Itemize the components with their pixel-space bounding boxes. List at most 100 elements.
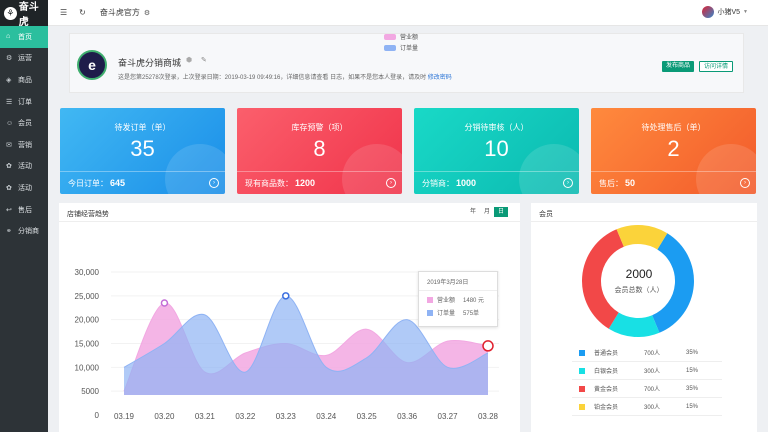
stat-title: 分销待审核（人） <box>464 123 529 132</box>
sidebar-item-label: 活动 <box>18 163 32 171</box>
stat-footer: 现有商品数： 1200 <box>237 171 402 194</box>
arrow-right-icon[interactable]: › <box>740 178 750 188</box>
legend-item[interactable]: 订单量 <box>384 42 418 53</box>
member-percent: 15% <box>686 403 699 410</box>
app-name: 奋斗虎 <box>18 2 39 28</box>
user-menu[interactable]: 小猪V5 ▼ <box>702 6 748 18</box>
sidebar-item[interactable]: ↩ 售后 <box>0 199 48 221</box>
data-point-marker[interactable] <box>482 340 494 352</box>
sidebar-item[interactable]: ◈ 商品 <box>0 69 48 91</box>
x-tick-label: 03.21 <box>195 412 216 421</box>
store-title: 奋斗虎官方 <box>99 8 140 17</box>
visit-details-button[interactable]: 访问详情 <box>699 61 734 72</box>
sidebar-item-label: 活动 <box>18 184 32 192</box>
stat-footer-value: 645 <box>110 178 126 188</box>
y-tick-label: 0 <box>95 411 100 420</box>
shop-name: 奋斗虎分销商城 <box>118 58 182 68</box>
member-level: 铂金会员 <box>594 405 619 411</box>
top-bar: ☰ ↻ 奋斗虎官方 ⚙ 小猪V5 ▼ <box>48 0 768 26</box>
stat-card[interactable]: 待发订单（单） 35 今日订单： 645 › <box>60 108 225 194</box>
sidebar-item[interactable]: ☰ 订单 <box>0 91 48 113</box>
stat-value: 2 <box>667 136 680 161</box>
sidebar-item-label: 售后 <box>18 206 32 214</box>
chevron-down-icon: ▼ <box>743 9 748 15</box>
stat-value: 8 <box>313 136 326 161</box>
range-tab[interactable]: 月 <box>480 207 494 217</box>
list-icon: ☰ <box>6 98 13 106</box>
member-color-dot <box>579 349 585 356</box>
stat-card[interactable]: 库存预警（项） 8 现有商品数： 1200 › <box>237 108 402 194</box>
legend-item[interactable]: 营业额 <box>384 31 418 42</box>
sidebar-item[interactable]: ☺ 会员 <box>0 112 48 134</box>
sidebar-item[interactable]: ⌂ 首页 <box>0 26 48 48</box>
y-tick-label: 25,000 <box>75 292 100 301</box>
member-level: 普通会员 <box>594 351 619 357</box>
member-percent: 15% <box>686 367 699 374</box>
store-settings-icon[interactable]: ⚙ <box>144 9 150 17</box>
megaphone-icon: ✉ <box>6 141 12 149</box>
sidebar-item[interactable]: ✿ 活动 <box>0 156 48 178</box>
member-count: 700人 <box>644 387 661 393</box>
legend-swatch <box>384 33 396 40</box>
x-tick-label: 03.19 <box>114 412 135 421</box>
sidebar-item[interactable]: ✉ 营销 <box>0 134 48 156</box>
sidebar-item-label: 会员 <box>18 120 32 128</box>
sidebar-item-label: 运营 <box>18 55 32 63</box>
verified-shield-icon: ⬢ <box>186 57 193 64</box>
stat-footer-value: 50 <box>625 178 636 188</box>
stat-card[interactable]: 分销待审核（人） 10 分销商： 1000 › <box>414 108 579 194</box>
stat-card[interactable]: 待处理售后（单） 2 售后： 50 › <box>591 108 756 194</box>
member-count: 300人 <box>644 405 661 411</box>
stat-footer-label: 分销商： <box>422 178 454 188</box>
stat-footer-value: 1000 <box>456 178 477 188</box>
tooltip-value: 575单 <box>463 311 480 317</box>
sidebar-item[interactable]: ⚙ 运营 <box>0 48 48 70</box>
refresh-icon[interactable]: ↻ <box>79 8 86 17</box>
sidebar-item[interactable]: ⚭ 分销商 <box>0 220 48 242</box>
arrow-right-icon[interactable]: › <box>209 178 219 188</box>
member-total-label: 会员总数（人） <box>614 287 664 294</box>
range-tab[interactable]: 年 <box>466 207 480 217</box>
tooltip-value: 1480 元 <box>463 298 485 304</box>
tooltip-label: 营业额 <box>437 298 456 304</box>
arrow-right-icon[interactable]: › <box>386 178 396 188</box>
stat-title: 库存预警（项） <box>291 123 348 132</box>
member-count: 700人 <box>644 351 661 357</box>
tag-icon: ◈ <box>6 76 12 84</box>
range-switch: 年月日 <box>466 207 508 217</box>
tiger-logo-icon: ⚘ <box>4 6 17 20</box>
edit-icon[interactable]: ✎ <box>201 56 207 64</box>
y-tick-label: 5000 <box>81 387 99 396</box>
tooltip-swatch <box>427 296 433 303</box>
arrow-right-icon[interactable]: › <box>563 178 573 188</box>
member-row: 铂金会员 300人 15% <box>572 398 722 416</box>
app-logo[interactable]: ⚘ 奋斗虎 <box>0 0 48 28</box>
data-point-marker[interactable] <box>282 292 290 300</box>
publish-product-button[interactable]: 发布商品 <box>662 61 695 72</box>
stat-footer-value: 1200 <box>295 178 316 188</box>
stat-footer-label: 今日订单： <box>68 178 108 188</box>
chart-tooltip: 2019年3月28日 营业额 1480 元 订单量 575单 <box>418 271 498 327</box>
range-tab[interactable]: 日 <box>494 207 508 217</box>
y-tick-label: 30,000 <box>75 268 100 277</box>
shop-avatar: e <box>77 50 107 80</box>
divider <box>531 221 757 222</box>
y-tick-label: 15,000 <box>75 340 100 349</box>
sidebar-item-label: 分销商 <box>18 228 39 236</box>
login-info: 这是您第25278次登录，上次登录日期：2019-03-19 09:49:16，… <box>118 72 452 81</box>
network-icon: ⚭ <box>6 228 12 236</box>
sidebar-item-label: 商品 <box>18 76 32 84</box>
settings-icon: ⚙ <box>6 55 13 63</box>
x-tick-label: 03.24 <box>316 412 337 421</box>
change-password-link[interactable]: 修改密码 <box>428 75 452 81</box>
member-color-dot <box>579 367 585 374</box>
tooltip-row: 营业额 1480 元 <box>419 291 497 304</box>
menu-toggle-icon[interactable]: ☰ <box>60 8 67 17</box>
tooltip-date: 2019年3月28日 <box>419 272 497 291</box>
member-color-dot <box>579 403 585 410</box>
stat-footer: 售后： 50 <box>591 171 756 194</box>
sidebar-item[interactable]: ✿ 活动 <box>0 177 48 199</box>
member-title: 会员 <box>539 211 553 218</box>
data-point-marker[interactable] <box>160 299 169 307</box>
member-level: 白银会员 <box>594 369 619 375</box>
